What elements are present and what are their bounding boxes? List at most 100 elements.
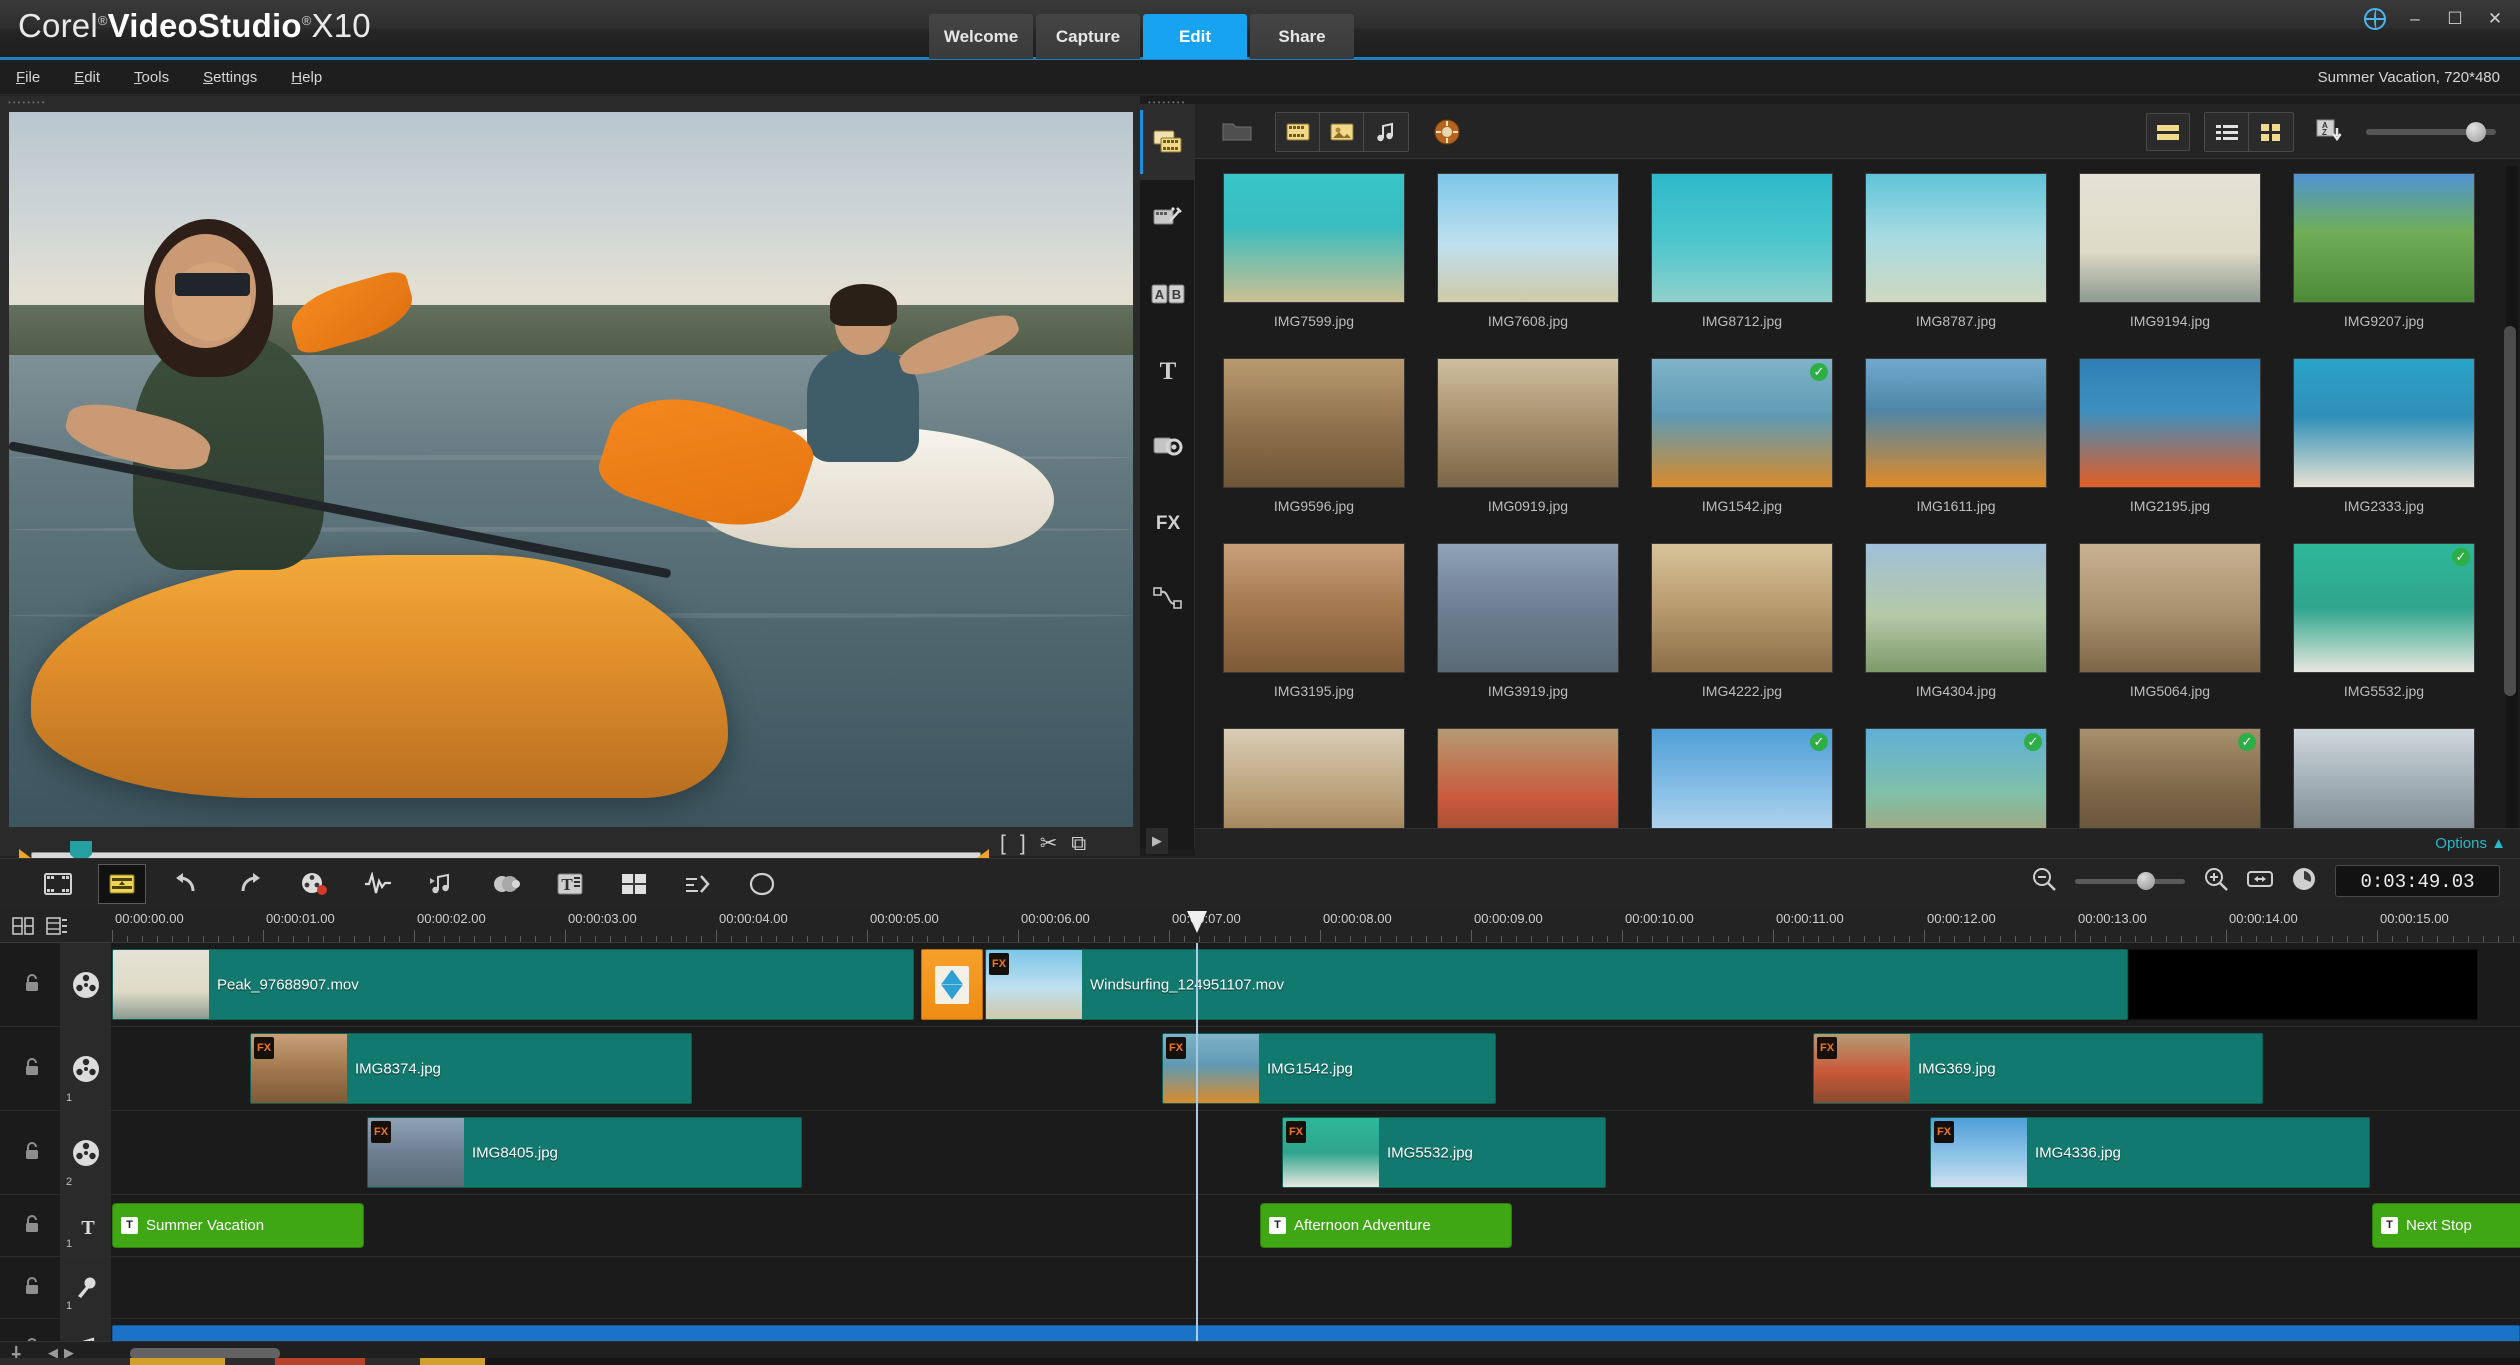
media-thumbnail[interactable]: ✓: [1865, 728, 2047, 828]
media-thumbnail[interactable]: [2079, 173, 2261, 303]
menu-file[interactable]: FFileile: [16, 69, 40, 86]
import-media-folder-icon[interactable]: [1215, 113, 1259, 151]
media-item[interactable]: IMG5064.jpg: [2063, 543, 2277, 728]
media-item[interactable]: [1207, 728, 1421, 828]
sort-az-icon[interactable]: AZ: [2308, 113, 2352, 151]
media-item[interactable]: ✓: [1849, 728, 2063, 828]
filter-photo-icon[interactable]: [1320, 113, 1364, 151]
motion-tracking-icon[interactable]: [482, 864, 530, 904]
undo-icon[interactable]: [162, 864, 210, 904]
media-item[interactable]: IMG8712.jpg: [1635, 173, 1849, 358]
empty-clip-region[interactable]: [2128, 949, 2478, 1020]
graphics-icon[interactable]: [1140, 408, 1195, 484]
video-clip[interactable]: Peak_97688907.mov: [112, 949, 914, 1020]
transitions-icon[interactable]: AB: [1140, 256, 1195, 332]
media-item[interactable]: IMG4222.jpg: [1635, 543, 1849, 728]
subtitle-editor-icon[interactable]: T: [546, 864, 594, 904]
close-button[interactable]: ✕: [2484, 8, 2506, 30]
instant-project-icon[interactable]: [1140, 180, 1195, 256]
path-icon[interactable]: [1140, 560, 1195, 636]
media-item[interactable]: IMG9207.jpg: [2277, 173, 2491, 358]
media-thumbnail[interactable]: [1223, 543, 1405, 673]
titles-icon[interactable]: T: [1140, 332, 1195, 408]
track-head-title-track-1[interactable]: T1: [60, 1195, 112, 1256]
zoom-out-icon[interactable]: [2031, 866, 2057, 897]
photo-clip[interactable]: FX IMG1542.jpg: [1162, 1033, 1496, 1104]
unlock-icon[interactable]: [22, 973, 42, 997]
menu-help[interactable]: Help: [291, 69, 322, 86]
playhead[interactable]: [1196, 943, 1198, 1341]
menu-settings[interactable]: Settings: [203, 69, 257, 86]
media-library-icon[interactable]: [1140, 104, 1195, 180]
track-body[interactable]: T Summer Vacation T Afternoon Adventure T Nex…: [112, 1195, 2520, 1256]
photo-clip[interactable]: FX IMG8374.jpg: [250, 1033, 692, 1104]
media-item[interactable]: ✓ IMG5532.jpg: [2277, 543, 2491, 728]
storyboard-view-icon[interactable]: [34, 864, 82, 904]
tab-edit[interactable]: Edit: [1143, 14, 1247, 59]
thumbnail-view-icon[interactable]: [2249, 113, 2293, 151]
redo-icon[interactable]: [226, 864, 274, 904]
media-item[interactable]: ✓: [2063, 728, 2277, 828]
media-thumbnail[interactable]: [1651, 173, 1833, 303]
media-thumbnail[interactable]: ✓: [2079, 728, 2261, 828]
media-item[interactable]: IMG2333.jpg: [2277, 358, 2491, 543]
track-head-voice-track-1[interactable]: 1: [60, 1257, 112, 1318]
timeline-ruler[interactable]: 00:00:00.00 00:00:01.00 00:00:02.00 00:00:0…: [112, 909, 2520, 943]
track-body[interactable]: Peak_97688907.mov FX Windsurfing_124951107…: [112, 943, 2520, 1026]
photo-clip[interactable]: FX IMG4336.jpg: [1930, 1117, 2370, 1188]
track-head-overlay-track-1[interactable]: 1: [60, 1027, 112, 1110]
title-clip[interactable]: T Afternoon Adventure: [1260, 1203, 1512, 1248]
media-item[interactable]: ✓: [1635, 728, 1849, 828]
project-duration-value[interactable]: 0:03:49.03: [2335, 865, 2500, 897]
media-thumbnail[interactable]: [1437, 358, 1619, 488]
multicam-editor-icon[interactable]: [610, 864, 658, 904]
media-thumbnail[interactable]: ✓: [1651, 358, 1833, 488]
menu-tools[interactable]: Tools: [134, 69, 169, 86]
filters-icon[interactable]: FX: [1140, 484, 1195, 560]
media-thumbnail[interactable]: [2293, 358, 2475, 488]
media-thumbnail[interactable]: [2293, 173, 2475, 303]
media-thumbnail[interactable]: [1437, 543, 1619, 673]
track-manager-icon[interactable]: [46, 916, 68, 941]
unlock-icon[interactable]: [22, 1141, 42, 1165]
media-item[interactable]: IMG4304.jpg: [1849, 543, 2063, 728]
mask-creator-icon[interactable]: [738, 864, 786, 904]
record-capture-icon[interactable]: [290, 864, 338, 904]
filter-video-icon[interactable]: [1276, 113, 1320, 151]
media-thumbnail[interactable]: [1223, 173, 1405, 303]
track-head-video-track[interactable]: [60, 943, 112, 1026]
media-thumbnail[interactable]: [1865, 358, 2047, 488]
library-scrollbar-thumb[interactable]: [2504, 326, 2516, 696]
media-item[interactable]: IMG0919.jpg: [1421, 358, 1635, 543]
library-scrollbar-track[interactable]: [2504, 166, 2518, 846]
library-zoom-slider[interactable]: [2366, 122, 2496, 142]
unlock-icon[interactable]: [22, 1057, 42, 1081]
media-thumbnail[interactable]: [1437, 173, 1619, 303]
list-view-large-icon[interactable]: [2146, 113, 2190, 151]
media-item[interactable]: [2277, 728, 2491, 828]
timeline-zoom-slider[interactable]: [2075, 871, 2185, 890]
library-zoom-knob[interactable]: [2466, 122, 2486, 142]
media-item[interactable]: IMG9194.jpg: [2063, 173, 2277, 358]
track-body[interactable]: FX IMG8374.jpg FX IMG1542.jpg FX IMG369.jpg: [112, 1027, 2520, 1110]
timeline-view-icon[interactable]: [98, 864, 146, 904]
media-item[interactable]: [1421, 728, 1635, 828]
media-item[interactable]: IMG3195.jpg: [1207, 543, 1421, 728]
media-thumbnail[interactable]: [1865, 543, 2047, 673]
transition-clip[interactable]: [921, 949, 983, 1020]
timeline-zoom-knob[interactable]: [2137, 871, 2155, 890]
media-thumbnail[interactable]: [1865, 173, 2047, 303]
media-item[interactable]: IMG2195.jpg: [2063, 358, 2277, 543]
photo-clip[interactable]: FX IMG5532.jpg: [1282, 1117, 1606, 1188]
mark-in-icon[interactable]: [: [1000, 832, 1006, 856]
globe-icon[interactable]: [2364, 8, 2386, 30]
speed-icon[interactable]: [674, 864, 722, 904]
audio-mixer-icon[interactable]: [354, 864, 402, 904]
filter-audio-icon[interactable]: [1364, 113, 1408, 151]
menu-edit[interactable]: Edit: [74, 69, 100, 86]
media-item[interactable]: IMG9596.jpg: [1207, 358, 1421, 543]
zoom-in-icon[interactable]: [2203, 866, 2229, 897]
media-thumbnail[interactable]: [1651, 543, 1833, 673]
media-thumbnail[interactable]: [2079, 358, 2261, 488]
auto-music-icon[interactable]: [418, 864, 466, 904]
